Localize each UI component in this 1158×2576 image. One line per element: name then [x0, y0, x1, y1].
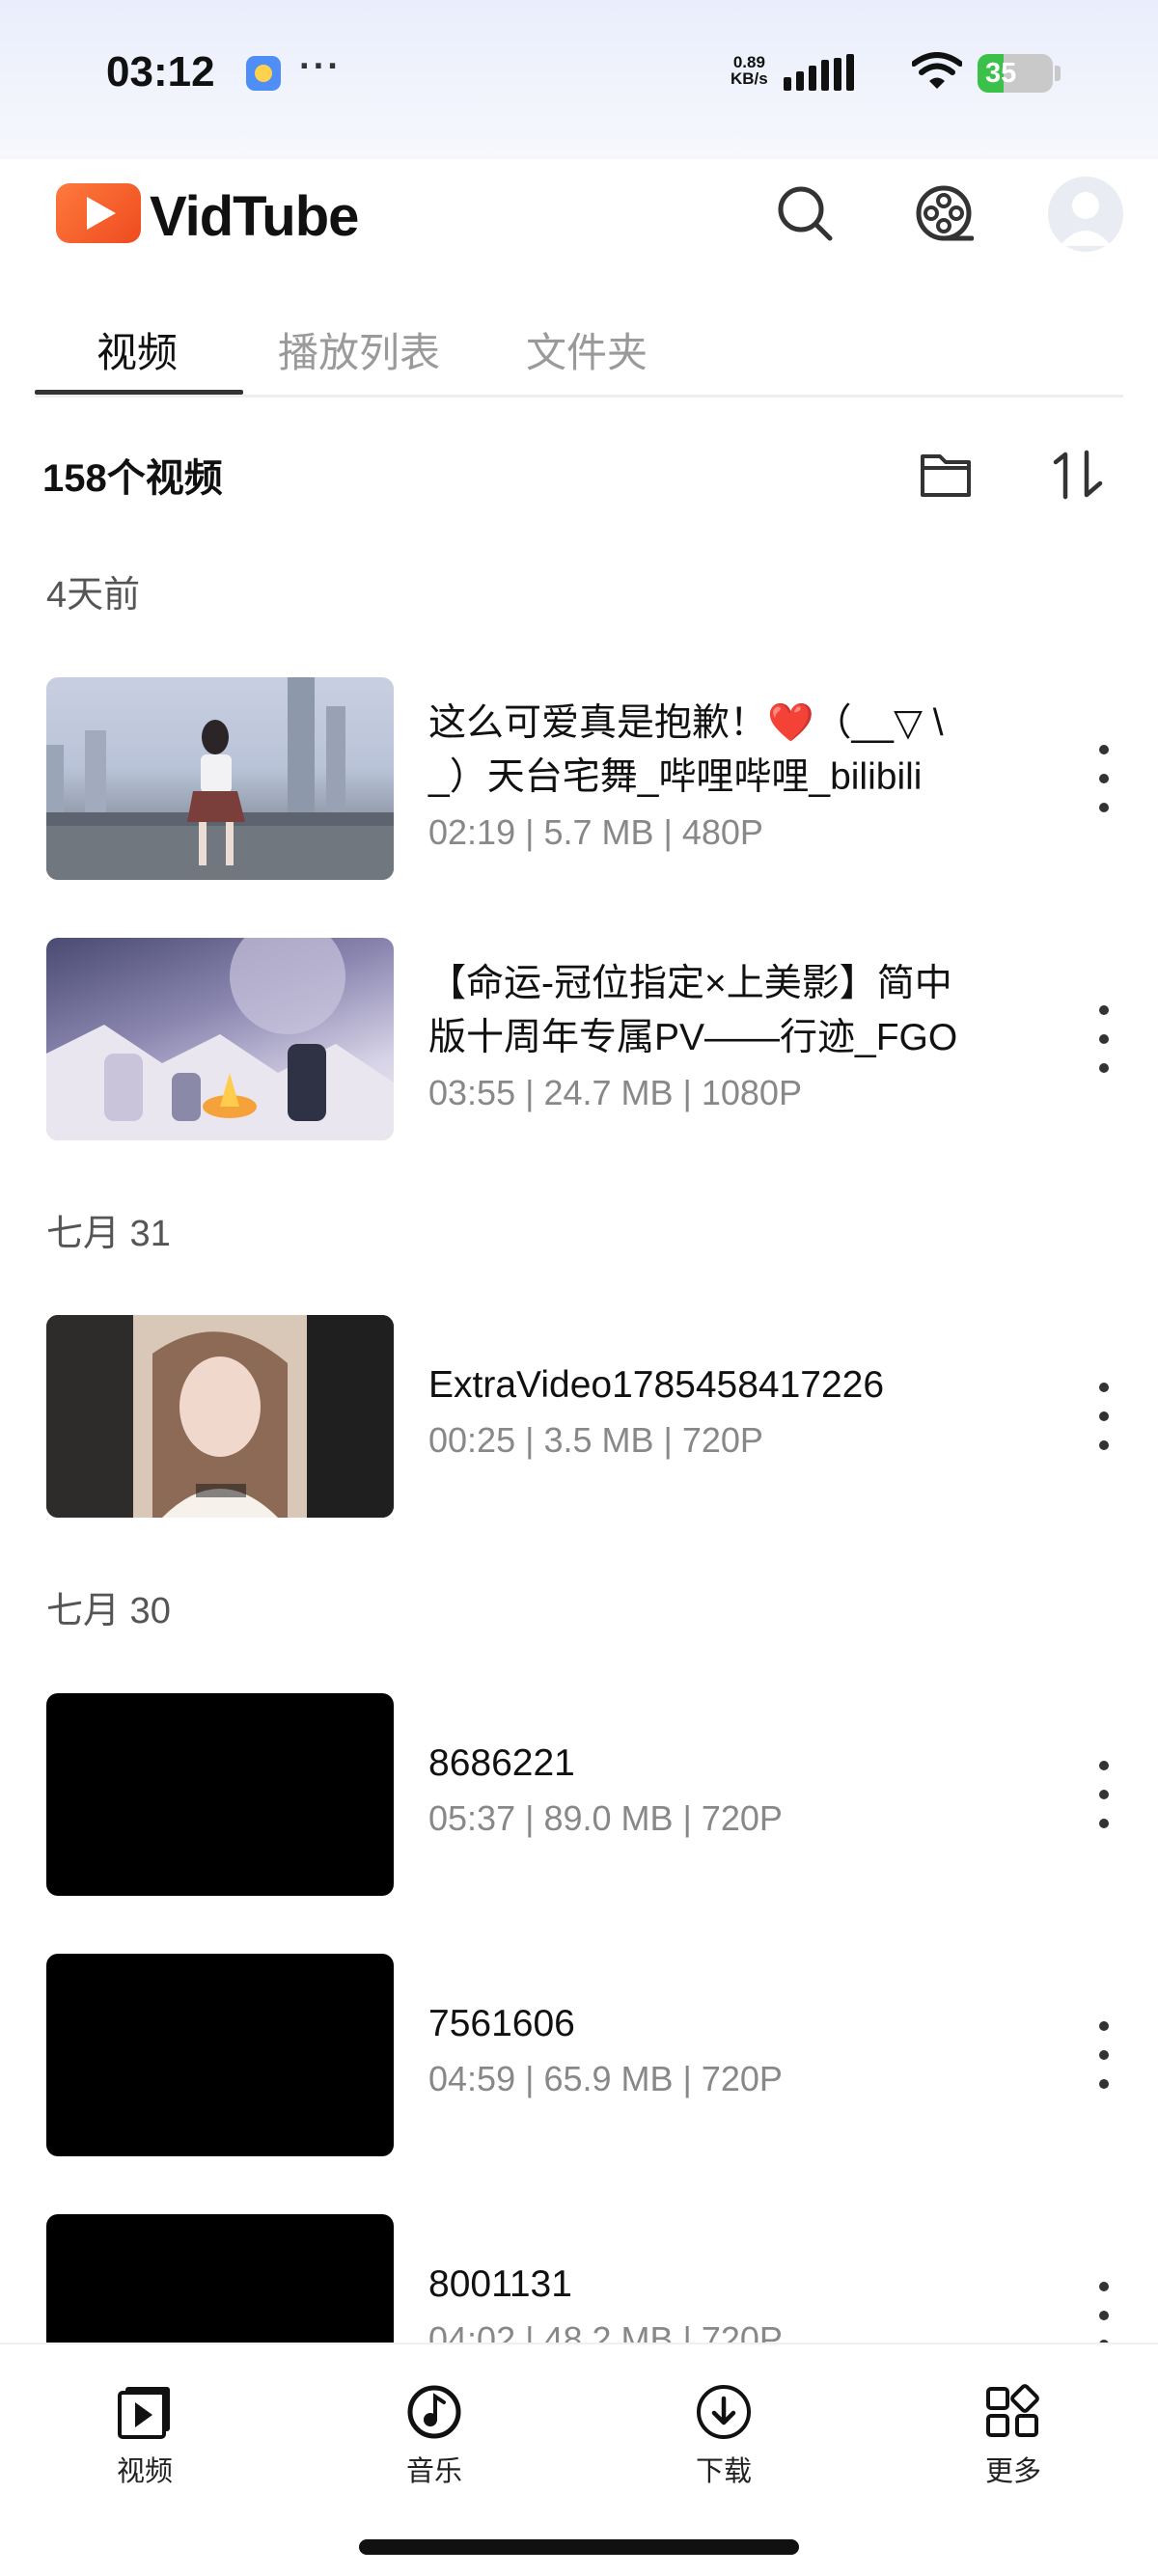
video-meta: 04:59 | 65.9 MB | 720P [428, 2059, 783, 2098]
more-options-icon[interactable] [1085, 2021, 1123, 2089]
video-meta: 00:25 | 3.5 MB | 720P [428, 1420, 763, 1460]
more-options-icon[interactable] [1085, 1383, 1123, 1450]
video-list-item[interactable]: 【命运-冠位指定×上美影】简中 版十周年专属PV——行迹_FGO 03:55 |… [46, 938, 1123, 1140]
nav-more[interactable]: 更多 [946, 2383, 1081, 2489]
tab-folders[interactable]: 文件夹 [526, 320, 648, 397]
nav-label: 视频 [116, 2456, 173, 2487]
nav-label: 更多 [984, 2456, 1041, 2487]
section-date: 4天前 [46, 575, 141, 616]
more-options-icon[interactable] [1085, 1761, 1123, 1828]
video-count-row: 158个视频 [42, 439, 1123, 507]
video-list-item[interactable]: ExtraVideo1785458417226 00:25 | 3.5 MB |… [46, 1315, 1123, 1518]
section-date: 七月 30 [46, 1591, 171, 1631]
nav-label: 下载 [695, 2456, 752, 2487]
sort-icon[interactable] [1046, 449, 1112, 501]
video-thumbnail [46, 677, 394, 880]
vidtube-logo-icon [56, 183, 141, 243]
video-info: 7561606 04:59 | 65.9 MB | 720P [428, 1997, 1065, 2099]
network-speed-value: 0.89 [732, 53, 765, 71]
video-play-icon [118, 2387, 170, 2439]
search-button[interactable] [770, 178, 840, 248]
tab-videos[interactable]: 视频 [96, 320, 178, 397]
video-title: 【命运-冠位指定×上美影】简中 版十周年专属PV——行迹_FGO [428, 957, 1065, 1065]
status-bar: 03:12 ··· 0.89 KB/s 35 [0, 0, 1158, 159]
battery-level: 35 [985, 58, 1017, 89]
nav-downloads[interactable]: 下载 [656, 2383, 791, 2489]
tab-playlists[interactable]: 播放列表 [278, 320, 440, 397]
video-info: 【命运-冠位指定×上美影】简中 版十周年专属PV——行迹_FGO 03:55 |… [428, 957, 1065, 1113]
video-thumbnail [46, 1315, 394, 1518]
video-count: 158个视频 [42, 457, 223, 500]
status-time: 03:12 [106, 48, 215, 96]
nav-music[interactable]: 音乐 [367, 2383, 502, 2489]
active-tab-indicator [35, 390, 243, 395]
download-icon [697, 2385, 751, 2439]
video-title-line: 【命运-冠位指定×上美影】简中 [428, 963, 952, 1004]
notification-app-icon [246, 56, 281, 91]
app-header: VidTube [0, 159, 1158, 275]
home-indicator[interactable] [359, 2539, 799, 2555]
user-avatar-icon [1060, 192, 1112, 246]
tab-bar: 视频 播放列表 文件夹 [35, 309, 1123, 397]
battery-icon: 35 [978, 54, 1053, 93]
video-thumbnail [46, 938, 394, 1140]
more-options-icon[interactable] [1085, 1005, 1123, 1073]
video-meta: 02:19 | 5.7 MB | 480P [428, 812, 763, 852]
user-avatar-button[interactable] [1048, 177, 1123, 252]
app-logo-text: VidTube [150, 185, 359, 248]
video-info: 8686221 05:37 | 89.0 MB | 720P [428, 1737, 1065, 1839]
more-grid-icon [986, 2384, 1039, 2437]
video-title: 8686221 [428, 1742, 575, 1784]
video-list-item[interactable]: 8686221 05:37 | 89.0 MB | 720P [46, 1693, 1123, 1896]
video-title-line: 版十周年专属PV——行迹_FGO [428, 1017, 958, 1058]
more-options-icon[interactable] [1085, 745, 1123, 812]
video-thumbnail [46, 1693, 394, 1896]
signal-icon [784, 54, 854, 91]
network-speed: 0.89 KB/s [731, 54, 768, 87]
section-date: 七月 31 [46, 1214, 171, 1254]
video-title-line: _）天台宅舞_哔哩哔哩_bilibili [428, 756, 923, 798]
video-title: 7561606 [428, 2003, 575, 2044]
nav-label: 音乐 [405, 2456, 462, 2487]
music-note-icon [407, 2385, 461, 2439]
nav-videos[interactable]: 视频 [77, 2383, 212, 2489]
video-meta: 05:37 | 89.0 MB | 720P [428, 1798, 783, 1838]
video-title: 8001131 [428, 2263, 572, 2305]
search-icon [778, 186, 833, 241]
video-meta: 03:55 | 24.7 MB | 1080P [428, 1073, 802, 1112]
video-list-item[interactable]: 这么可爱真是抱歉！❤️（__▽ \ _）天台宅舞_哔哩哔哩_bilibili 0… [46, 677, 1123, 880]
battery-cap [1055, 66, 1061, 81]
video-info: 这么可爱真是抱歉！❤️（__▽ \ _）天台宅舞_哔哩哔哩_bilibili 0… [428, 697, 1065, 853]
film-reel-button[interactable] [909, 178, 979, 248]
wifi-icon [912, 52, 962, 89]
folder-view-icon[interactable] [917, 449, 975, 501]
more-options-icon[interactable] [1085, 2282, 1123, 2349]
video-info: ExtraVideo1785458417226 00:25 | 3.5 MB |… [428, 1358, 1065, 1461]
film-reel-icon [916, 185, 974, 241]
video-thumbnail [46, 1954, 394, 2156]
video-title: ExtraVideo1785458417226 [428, 1364, 885, 1406]
network-speed-unit: KB/s [731, 69, 768, 88]
more-notifications-icon: ··· [299, 46, 342, 87]
video-title: 这么可爱真是抱歉！❤️（__▽ \ _）天台宅舞_哔哩哔哩_bilibili [428, 697, 1065, 805]
video-list-item[interactable]: 7561606 04:59 | 65.9 MB | 720P [46, 1954, 1123, 2156]
video-title-line: 这么可爱真是抱歉！❤️（__▽ \ [428, 702, 944, 744]
